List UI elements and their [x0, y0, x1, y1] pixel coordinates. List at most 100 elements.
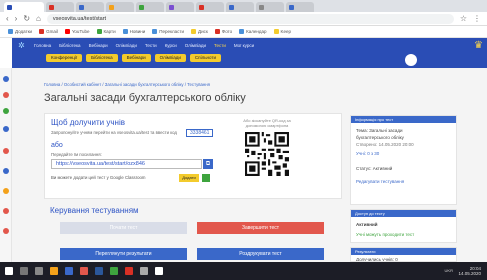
qr-code: [245, 132, 289, 176]
browser-tab[interactable]: [256, 2, 284, 12]
sidebar-icon[interactable]: [3, 76, 9, 82]
start-icon[interactable]: [5, 267, 13, 275]
app-icon[interactable]: [140, 267, 148, 275]
clock-date: 14.05.2020: [458, 271, 481, 276]
site-toolbar: Конференції Бібліотека Вебінари Олімпіад…: [46, 54, 222, 64]
copy-link-button[interactable]: ⧉: [203, 159, 213, 169]
browser-tab[interactable]: [166, 2, 194, 12]
nav-item[interactable]: Вебінари: [89, 43, 108, 48]
sidebar-icon[interactable]: [3, 108, 9, 114]
nav-item[interactable]: Бібліотека: [59, 43, 80, 48]
site-nav: Головна Бібліотека Вебінари Олімпіади Те…: [12, 38, 254, 53]
bookmark-icon: [8, 29, 13, 34]
browser-tabbar: [0, 0, 487, 12]
tool-pill[interactable]: Бібліотека: [86, 54, 118, 62]
nav-item[interactable]: Мої курси: [234, 43, 254, 48]
test-code[interactable]: 3338461: [186, 129, 214, 137]
sidebar-icon[interactable]: [3, 208, 9, 214]
bookmark-item[interactable]: Перекласти: [152, 29, 184, 34]
bookmark-item[interactable]: Додатки: [8, 29, 32, 34]
bookmark-item[interactable]: Фото: [214, 29, 232, 34]
os-taskbar: UKR 20:04 14.05.2020: [0, 262, 487, 280]
bookmark-item[interactable]: YouTube: [64, 29, 90, 34]
access-status: Активний: [356, 222, 378, 227]
app-icon[interactable]: [125, 267, 133, 275]
browser-tab[interactable]: [136, 2, 164, 12]
reload-icon[interactable]: ↻: [23, 14, 30, 23]
trophy-icon[interactable]: ♛: [459, 40, 483, 52]
nav-item[interactable]: Головна: [34, 43, 51, 48]
back-arrow-icon[interactable]: ‹: [6, 14, 9, 23]
nav-item[interactable]: Олімпіади: [116, 43, 137, 48]
extensions-icon[interactable]: ⋮: [473, 14, 481, 23]
sidebar-icon[interactable]: [3, 148, 9, 154]
sidebar-icon[interactable]: [3, 168, 9, 174]
sidebar-icon[interactable]: [3, 126, 9, 132]
clock[interactable]: 20:04 14.05.2020: [458, 266, 481, 276]
print-test-button[interactable]: Роздрукувати тест: [197, 248, 324, 260]
forward-arrow-icon[interactable]: ›: [15, 14, 18, 23]
qr-caption: Або зіскануйте QR-код за допомогою смарт…: [243, 118, 291, 128]
browser-tab[interactable]: [46, 2, 74, 12]
sidebar-icon[interactable]: [3, 188, 9, 194]
bookmark-item[interactable]: Диск: [191, 29, 208, 34]
browser-toolbar: ‹ › ↻ ⌂ vseosvita.ua/test/start ☆ ⋮: [0, 12, 487, 26]
star-icon[interactable]: ☆: [460, 14, 467, 23]
test-info-card: Інформація про тест Тема: Загальні засад…: [350, 115, 457, 205]
view-results-button[interactable]: Переглянути результати: [60, 248, 187, 260]
breadcrumb[interactable]: Головна / Особистий кабінет / Загальні з…: [44, 82, 210, 87]
system-tray[interactable]: UKR: [445, 268, 453, 273]
nav-item[interactable]: Тести: [214, 43, 226, 48]
management-title: Керування тестуванням: [50, 206, 139, 215]
access-card: Доступ до тесту Активний Учні можуть про…: [350, 209, 457, 243]
finish-test-button[interactable]: Завершити тест: [197, 222, 324, 234]
tool-pill[interactable]: Вебінари: [121, 54, 151, 62]
start-test-button[interactable]: Почати тест: [60, 222, 187, 234]
taskview-icon[interactable]: [35, 267, 43, 275]
bookmark-item[interactable]: Календар: [239, 29, 267, 34]
browser-tab[interactable]: [286, 2, 314, 12]
left-sidebar: [0, 68, 12, 262]
invite-instructions: Запропонуйте учням перейти на vseosvita.…: [51, 130, 177, 135]
classroom-icon[interactable]: [202, 174, 210, 182]
home-icon[interactable]: ⌂: [36, 14, 41, 23]
bookmark-item[interactable]: Keep: [273, 29, 291, 34]
search-icon[interactable]: [20, 267, 28, 275]
app-icon[interactable]: [110, 267, 118, 275]
sidebar-icon[interactable]: [3, 228, 9, 234]
test-link-field[interactable]: https://vseosvita.ua/test/start/ozx846: [51, 159, 202, 169]
link-hint: Передайте їм посилання:: [51, 152, 102, 157]
word-icon[interactable]: [95, 267, 103, 275]
browser-tab[interactable]: [226, 2, 254, 12]
browser-tab[interactable]: [106, 2, 134, 12]
chrome-icon[interactable]: [80, 267, 88, 275]
info-line: Тема: Загальні засади: [356, 128, 403, 133]
edit-testing-link[interactable]: Редагувати тестування: [356, 179, 404, 184]
nav-item[interactable]: Олімпіади: [185, 43, 206, 48]
tool-pill[interactable]: Спільноти: [189, 54, 222, 62]
nav-item[interactable]: Тести: [145, 43, 157, 48]
folder-icon[interactable]: [50, 267, 58, 275]
sidebar-icon[interactable]: [3, 92, 9, 98]
browser-tab[interactable]: [76, 2, 104, 12]
main-content: Головна / Особистий кабінет / Загальні з…: [12, 68, 487, 262]
app-icon[interactable]: [155, 267, 163, 275]
bookmark-item[interactable]: Новини: [122, 29, 145, 34]
card-header: Доступ до тесту: [351, 210, 456, 217]
tool-pill[interactable]: Олімпіади: [154, 54, 186, 62]
app-icon[interactable]: [65, 267, 73, 275]
browser-tab[interactable]: [4, 2, 44, 12]
favicon-icon: [7, 4, 12, 10]
browser-tab[interactable]: [196, 2, 224, 12]
site-header: ✲ Головна Бібліотека Вебінари Олімпіади …: [12, 38, 487, 68]
info-line: Створено: 14.05.2020 20:00: [356, 142, 414, 147]
tool-pill[interactable]: Конференції: [46, 54, 83, 62]
bookmark-item[interactable]: Gmail: [39, 29, 58, 34]
address-bar[interactable]: vseosvita.ua/test/start: [46, 13, 454, 24]
nav-item[interactable]: Курси: [165, 43, 177, 48]
bookmark-item[interactable]: Карти: [96, 29, 116, 34]
results-card: Результати Долучились учнів: 0: [350, 247, 457, 262]
avatar[interactable]: [405, 54, 417, 66]
classroom-share-button[interactable]: Додати: [179, 174, 199, 182]
info-line: бухгалтерського обліку: [356, 135, 404, 140]
